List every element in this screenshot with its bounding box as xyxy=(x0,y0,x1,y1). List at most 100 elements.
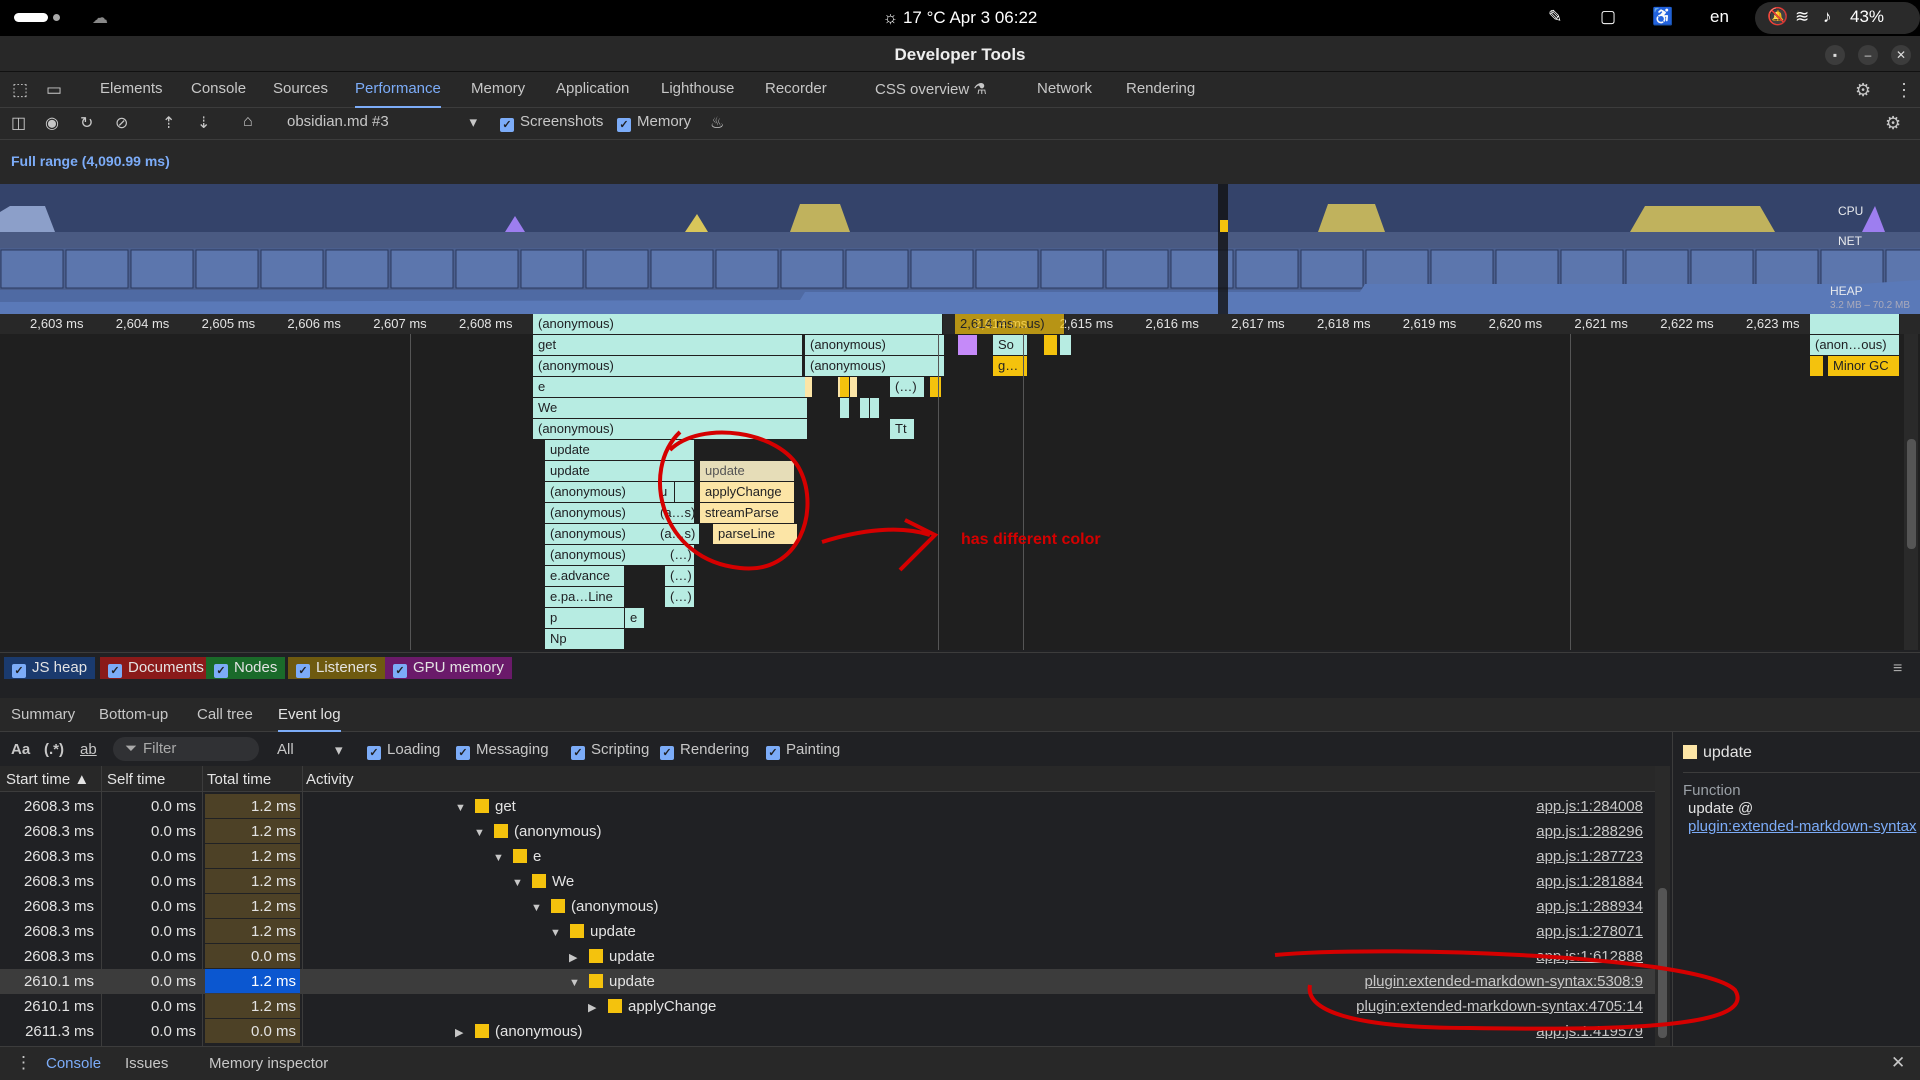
tab-elements[interactable]: Elements xyxy=(100,80,163,108)
counter-js-heap[interactable]: ✓ JS heap xyxy=(4,657,96,679)
flame-frame[interactable]: (…) xyxy=(665,566,695,586)
flame-frame[interactable] xyxy=(930,377,942,397)
activity-cell[interactable]: ▼ update xyxy=(550,923,636,940)
drawer-tab-issues[interactable]: Issues xyxy=(125,1055,168,1072)
clock[interactable]: ☼ 17 °C Apr 3 06:22 xyxy=(0,8,1920,28)
tab-sources[interactable]: Sources xyxy=(273,80,328,108)
flame-frame[interactable]: (a…s) xyxy=(655,524,700,544)
activity-cell[interactable]: ▼ (anonymous) xyxy=(474,823,602,840)
tree-toggle-icon[interactable]: ▶ xyxy=(588,1001,602,1014)
drag-handle-icon[interactable]: ≡ xyxy=(1893,660,1902,678)
timeline-overview[interactable]: 200 ms400 ms600 ms800 ms1,000 ms1,200 ms… xyxy=(0,184,1920,314)
close-window-button[interactable]: ✕ xyxy=(1891,45,1911,65)
flame-frame[interactable] xyxy=(870,398,880,418)
drawer-menu-icon[interactable]: ⋮ xyxy=(15,1053,32,1073)
flame-frame[interactable]: Np xyxy=(545,629,625,649)
source-link[interactable]: app.js:1:284008 xyxy=(1536,798,1643,815)
flame-task-block[interactable] xyxy=(1810,314,1900,334)
source-link[interactable]: plugin:extended-markdown-syntax:5308:9 xyxy=(1364,973,1643,990)
activity-cell[interactable]: ▼ get xyxy=(455,798,516,815)
memory-checkbox[interactable]: ✓ Memory xyxy=(617,113,691,132)
flame-task-block[interactable]: (anonymous) xyxy=(533,314,943,334)
source-link[interactable]: plugin:extended-markdown-syntax:4705:14 xyxy=(1356,998,1643,1015)
activity-cell[interactable]: ▶ applyChange xyxy=(588,998,716,1015)
col-self-time[interactable]: Self time xyxy=(107,771,165,788)
filter-input[interactable]: ⏷ Filter xyxy=(113,737,259,761)
details-source-link[interactable]: plugin:extended-markdown-syntax xyxy=(1688,818,1916,835)
table-row[interactable]: 2608.3 ms 0.0 ms 1.2 ms ▼ get app.js:1:284008 xyxy=(0,794,1655,819)
drawer-tab-console[interactable]: Console xyxy=(46,1055,101,1072)
flame-frame[interactable]: p xyxy=(545,608,625,628)
whole-word-button[interactable]: ab xyxy=(80,741,97,758)
counter-documents[interactable]: ✓ Documents xyxy=(100,657,212,679)
table-row[interactable]: 2608.3 ms 0.0 ms 0.0 ms ▶ update app.js:1:612… xyxy=(0,944,1655,969)
source-link[interactable]: app.js:1:612888 xyxy=(1536,948,1643,965)
download-profile-icon[interactable]: ⇣ xyxy=(197,113,210,133)
status-menu[interactable]: 🔕 ≋ ♪ 43% xyxy=(1755,2,1920,34)
full-range-label[interactable]: Full range (4,090.99 ms) xyxy=(11,153,170,169)
filter-messaging-checkbox[interactable]: ✓ Messaging xyxy=(456,741,549,760)
regex-button[interactable]: (.*) xyxy=(44,741,64,758)
filter-scripting-checkbox[interactable]: ✓ Scripting xyxy=(571,741,649,760)
counter-listeners[interactable]: ✓ Listeners xyxy=(288,657,385,679)
col-start-time[interactable]: Start time ▲ xyxy=(6,771,89,788)
flame-frame[interactable]: (anonymous) xyxy=(805,356,945,376)
flame-frame[interactable]: Minor GC xyxy=(1828,356,1900,376)
flame-frame[interactable] xyxy=(805,377,813,397)
more-options-icon[interactable]: ⋮ xyxy=(1895,80,1913,108)
tab-network[interactable]: Network xyxy=(1037,80,1092,108)
flame-frame[interactable]: (…) xyxy=(665,545,695,565)
activity-cell[interactable]: ▼ We xyxy=(512,873,574,890)
highlighted-frame[interactable]: parseLine xyxy=(713,524,798,544)
flame-frame[interactable]: u xyxy=(655,482,675,502)
match-case-button[interactable]: Aa xyxy=(11,741,30,758)
flame-frame[interactable]: (anon…ous) xyxy=(1810,335,1900,355)
flame-frame[interactable]: (anonymous) xyxy=(805,335,945,355)
keyboard-language[interactable]: en xyxy=(1710,7,1729,27)
device-toolbar-icon[interactable]: ▭ xyxy=(46,80,62,108)
tree-toggle-icon[interactable]: ▼ xyxy=(550,927,564,939)
tab-summary[interactable]: Summary xyxy=(11,706,75,732)
activity-cell[interactable]: ▼ update xyxy=(569,973,655,990)
table-row[interactable]: 2611.3 ms 0.0 ms 0.0 ms ▶ (anonymous) app.js:… xyxy=(0,1019,1655,1044)
flame-frame[interactable]: get xyxy=(533,335,803,355)
capture-settings-icon[interactable]: ⚙ xyxy=(1885,113,1901,134)
tree-toggle-icon[interactable]: ▼ xyxy=(569,977,583,989)
flame-frame[interactable]: update xyxy=(545,461,695,481)
table-scroll-thumb[interactable] xyxy=(1658,888,1667,1038)
tree-toggle-icon[interactable]: ▶ xyxy=(455,1026,469,1039)
counter-gpu-memory[interactable]: ✓ GPU memory xyxy=(385,657,512,679)
flame-task-block[interactable]: 2,614 ms…us) xyxy=(955,314,1065,334)
flame-frame[interactable] xyxy=(1810,356,1824,376)
level-select[interactable]: All ▾ xyxy=(277,741,347,759)
table-scrollbar[interactable] xyxy=(1655,766,1670,1046)
flame-frame[interactable] xyxy=(1044,335,1058,355)
activity-cell[interactable]: ▼ e xyxy=(493,848,541,865)
table-row[interactable]: 2608.3 ms 0.0 ms 1.2 ms ▼ (anonymous) app.js:… xyxy=(0,894,1655,919)
flame-frame[interactable]: Tt xyxy=(890,419,915,439)
reload-record-icon[interactable]: ↻ xyxy=(80,113,93,133)
flame-frame[interactable] xyxy=(860,398,870,418)
table-row[interactable]: 2608.3 ms 0.0 ms 1.2 ms ▼ We app.js:1:281884 xyxy=(0,869,1655,894)
table-row[interactable]: 2610.1 ms 0.0 ms 1.2 ms ▼ update plugin:exten… xyxy=(0,969,1655,994)
flame-frame[interactable]: (anonymous) xyxy=(533,356,803,376)
flame-frame[interactable] xyxy=(850,377,858,397)
flame-frame[interactable]: (a…s) xyxy=(655,503,695,523)
flame-frame[interactable]: e xyxy=(625,608,645,628)
upload-profile-icon[interactable]: ⇡ xyxy=(162,113,175,133)
tab-console[interactable]: Console xyxy=(191,80,246,108)
flame-frame[interactable]: e xyxy=(533,377,808,397)
activity-cell[interactable]: ▼ (anonymous) xyxy=(531,898,659,915)
flame-frame[interactable]: (…) xyxy=(665,587,695,607)
col-total-time[interactable]: Total time xyxy=(207,771,271,788)
screenshots-checkbox[interactable]: ✓ Screenshots xyxy=(500,113,603,132)
table-row[interactable]: 2610.1 ms 0.0 ms 1.2 ms ▶ applyChange plugin:… xyxy=(0,994,1655,1019)
flame-frame[interactable]: e.advance xyxy=(545,566,625,586)
tree-toggle-icon[interactable]: ▼ xyxy=(512,877,526,889)
flame-scrollbar[interactable] xyxy=(1904,334,1918,650)
settings-gear-icon[interactable]: ⚙ xyxy=(1855,80,1871,108)
accessibility-icon[interactable]: ♿ xyxy=(1652,7,1673,27)
clear-icon[interactable]: ⊘ xyxy=(115,113,128,133)
activity-cell[interactable]: ▶ (anonymous) xyxy=(455,1023,583,1040)
flame-chart[interactable]: 2,603 ms 2,604 ms 2,605 ms 2,606 ms 2,607 ms… xyxy=(0,314,1920,650)
